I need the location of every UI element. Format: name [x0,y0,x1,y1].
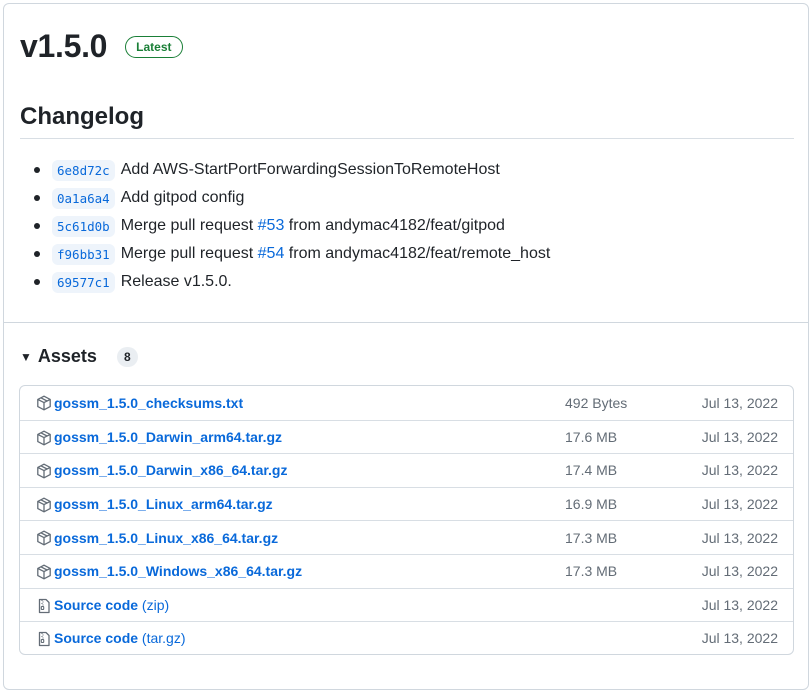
asset-row: gossm_1.5.0_checksums.txt 492 Bytes Jul … [20,386,793,420]
file-zip-icon [38,598,50,613]
asset-date: Jul 13, 2022 [701,630,778,647]
package-icon [37,530,51,546]
changelog-item: f96bb31 Merge pull request #54 from andy… [34,240,550,268]
changelog-item: 6e8d72c Add AWS-StartPortForwardingSessi… [34,156,550,184]
commit-message: Merge pull request [120,217,258,234]
pull-request-link[interactable]: #54 [258,245,285,263]
asset-size: 492 Bytes [565,394,628,411]
asset-download-link[interactable]: gossm_1.5.0_checksums.txt [54,395,243,411]
asset-date: Jul 13, 2022 [701,428,778,445]
commit-sha-link[interactable]: 0a1a6a4 [52,187,115,209]
changelog-item: 0a1a6a4 Add gitpod config [34,184,550,212]
commit-sha-link[interactable]: 69577c1 [52,271,115,293]
asset-date: Jul 13, 2022 [701,462,778,479]
commit-message-tail: from andymac4182/feat/gitpod [284,217,505,234]
changelog-list: 6e8d72c Add AWS-StartPortForwardingSessi… [34,156,550,296]
asset-row: Source code (zip) Jul 13, 2022 [20,587,793,622]
asset-download-link[interactable]: gossm_1.5.0_Windows_x86_64.tar.gz [54,563,302,579]
asset-size: 17.3 MB [565,529,618,546]
triangle-down-icon: ▼ [20,349,32,364]
asset-download-link[interactable]: gossm_1.5.0_Linux_arm64.tar.gz [54,496,273,512]
package-icon [37,463,51,479]
asset-size: 17.4 MB [565,462,618,479]
commit-message: Add gitpod config [120,189,245,206]
commit-sha-link[interactable]: f96bb31 [52,243,115,265]
asset-row: gossm_1.5.0_Darwin_x86_64.tar.gz 17.4 MB… [20,453,793,487]
asset-download-link[interactable]: gossm_1.5.0_Darwin_x86_64.tar.gz [54,462,287,478]
asset-download-link[interactable]: gossm_1.5.0_Darwin_arm64.tar.gz [54,429,282,445]
commit-message-tail: from andymac4182/feat/remote_host [284,245,551,262]
asset-date: Jul 13, 2022 [701,394,778,411]
package-icon [37,395,51,411]
assets-list: gossm_1.5.0_checksums.txt 492 Bytes Jul … [19,385,794,655]
asset-row: Source code (tar.gz) Jul 13, 2022 [20,621,793,654]
changelog-heading: Changelog [20,102,794,139]
commit-sha-link[interactable]: 6e8d72c [52,159,115,181]
asset-date: Jul 13, 2022 [701,496,778,513]
asset-date: Jul 13, 2022 [701,563,778,580]
assets-heading: Assets [37,346,97,366]
package-icon [37,497,51,513]
assets-toggle[interactable]: ▼ Assets 8 [20,346,138,367]
asset-download-link[interactable]: gossm_1.5.0_Linux_x86_64.tar.gz [54,530,278,546]
package-icon [37,564,51,580]
asset-row: gossm_1.5.0_Darwin_arm64.tar.gz 17.6 MB … [20,419,793,454]
release-version[interactable]: v1.5.0 [20,26,107,66]
asset-date: Jul 13, 2022 [701,596,778,613]
source-code-link[interactable]: Source code (tar.gz) [54,630,186,646]
section-divider [4,322,808,323]
commit-message: Merge pull request [120,245,258,262]
source-code-link[interactable]: Source code (zip) [54,597,169,613]
latest-badge: Latest [125,36,183,58]
pull-request-link[interactable]: #53 [258,217,285,235]
asset-row: gossm_1.5.0_Linux_arm64.tar.gz 16.9 MB J… [20,486,793,521]
asset-size: 16.9 MB [565,496,618,513]
assets-count-badge: 8 [116,346,138,367]
package-icon [37,430,51,446]
release-header: v1.5.0 Latest [20,26,183,66]
asset-date: Jul 13, 2022 [701,529,778,546]
commit-message: Release v1.5.0. [120,273,232,290]
asset-row: gossm_1.5.0_Windows_x86_64.tar.gz 17.3 M… [20,553,793,588]
file-zip-icon [38,632,50,647]
release-card: v1.5.0 Latest Changelog 6e8d72c Add AWS-… [3,3,809,690]
commit-message: Add AWS-StartPortForwardingSessionToRemo… [120,161,500,178]
asset-size: 17.6 MB [565,428,618,445]
asset-row: gossm_1.5.0_Linux_x86_64.tar.gz 17.3 MB … [20,520,793,554]
commit-sha-link[interactable]: 5c61d0b [52,215,115,237]
changelog-item: 5c61d0b Merge pull request #53 from andy… [34,212,550,240]
changelog-item: 69577c1 Release v1.5.0. [34,268,550,296]
asset-size: 17.3 MB [565,563,618,580]
